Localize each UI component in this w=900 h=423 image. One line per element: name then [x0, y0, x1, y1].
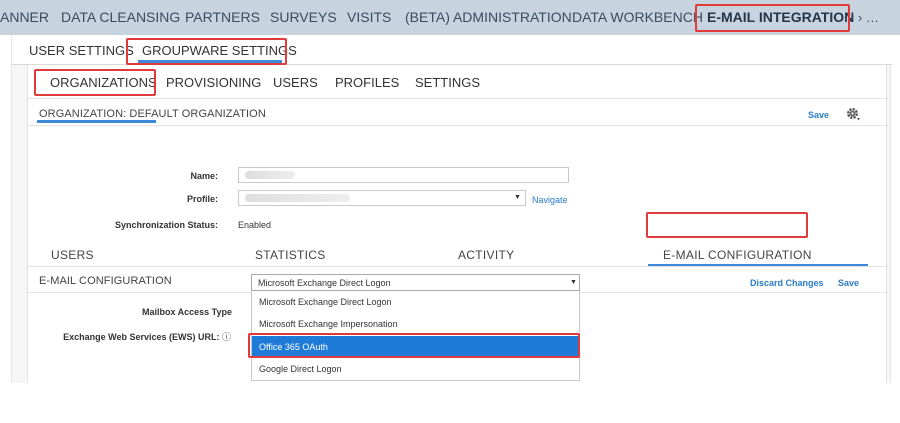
option-office-365-oauth[interactable]: Office 365 OAuth [252, 336, 579, 358]
redacted-value [245, 171, 295, 179]
tab-user-settings[interactable]: USER SETTINGS [29, 43, 134, 58]
active-card-tab-underline [37, 120, 156, 123]
name-input[interactable] [238, 167, 569, 183]
sync-status-label: Synchronization Status: [114, 220, 218, 230]
redacted-value [245, 194, 350, 202]
tab-organizations[interactable]: ORGANIZATIONS [50, 75, 157, 90]
tab-provisioning[interactable]: PROVISIONING [166, 75, 261, 90]
active-tab-underline [138, 60, 282, 63]
name-label: Name: [190, 171, 218, 181]
option-google-direct-logon[interactable]: Google Direct Logon [252, 358, 579, 380]
settings-subtabs: USER SETTINGS GROUPWARE SETTINGS [12, 35, 892, 65]
gear-icon[interactable] [845, 106, 861, 122]
ews-url-label-text: Exchange Web Services (EWS) URL: [63, 332, 220, 342]
nav-item-data-cleansing[interactable]: DATA CLEANSING [61, 0, 180, 35]
email-config-title: E-MAIL CONFIGURATION [39, 275, 172, 287]
profile-label: Profile: [186, 194, 218, 204]
mailbox-access-type-dropdown: Microsoft Exchange Direct Logon Microsof… [251, 291, 580, 381]
top-navigation: ANNER DATA CLEANSING PARTNERS SURVEYS VI… [0, 0, 900, 35]
tab-activity[interactable]: ACTIVITY [458, 248, 514, 262]
sync-status-value: Enabled [238, 220, 272, 230]
dropdown-caret-icon: ▼ [570, 279, 577, 286]
divider [28, 98, 888, 99]
tab-users[interactable]: USERS [273, 75, 318, 90]
nav-item-beta-administration[interactable]: (BETA) ADMINISTRATION [405, 0, 572, 35]
tab-groupware-settings[interactable]: GROUPWARE SETTINGS [142, 43, 297, 58]
nav-item-email-integration[interactable]: E-MAIL INTEGRATION [707, 0, 854, 35]
tab-email-configuration[interactable]: E-MAIL CONFIGURATION [663, 248, 812, 262]
navigate-link[interactable]: Navigate [532, 195, 568, 205]
tab-settings[interactable]: SETTINGS [415, 75, 480, 90]
discard-changes-button[interactable]: Discard Changes [750, 278, 824, 288]
dropdown-caret-icon: ▼ [514, 194, 521, 201]
organization-title: ORGANIZATION: DEFAULT ORGANIZATION [39, 108, 266, 120]
nav-scroll-arrows-icon[interactable]: ‹ › … [850, 0, 879, 35]
divider [28, 266, 888, 267]
info-icon[interactable]: ⓘ [222, 332, 231, 342]
option-exchange-direct-logon[interactable]: Microsoft Exchange Direct Logon [252, 291, 579, 313]
nav-item-visits[interactable]: VISITS [347, 0, 391, 35]
organization-save-button[interactable]: Save [808, 110, 829, 120]
tab-detail-users[interactable]: USERS [51, 248, 94, 262]
nav-item-surveys[interactable]: SURVEYS [270, 0, 337, 35]
mailbox-access-type-label: Mailbox Access Type [141, 307, 232, 317]
tab-profiles[interactable]: PROFILES [335, 75, 399, 90]
profile-select[interactable]: ▼ [238, 190, 526, 206]
mailbox-access-type-select[interactable]: Microsoft Exchange Direct Logon ▼ [251, 274, 580, 291]
nav-item-data-workbench[interactable]: DATA WORKBENCH [572, 0, 703, 35]
email-config-save-button[interactable]: Save [838, 278, 859, 288]
nav-item-partners[interactable]: PARTNERS [185, 0, 260, 35]
tab-statistics[interactable]: STATISTICS [255, 248, 326, 262]
option-exchange-impersonation[interactable]: Microsoft Exchange Impersonation [252, 313, 579, 335]
mailbox-access-type-value: Microsoft Exchange Direct Logon [258, 278, 391, 288]
divider [28, 125, 888, 126]
ews-url-label: Exchange Web Services (EWS) URL: ⓘ [58, 330, 231, 343]
nav-item-planner[interactable]: ANNER [0, 0, 49, 35]
